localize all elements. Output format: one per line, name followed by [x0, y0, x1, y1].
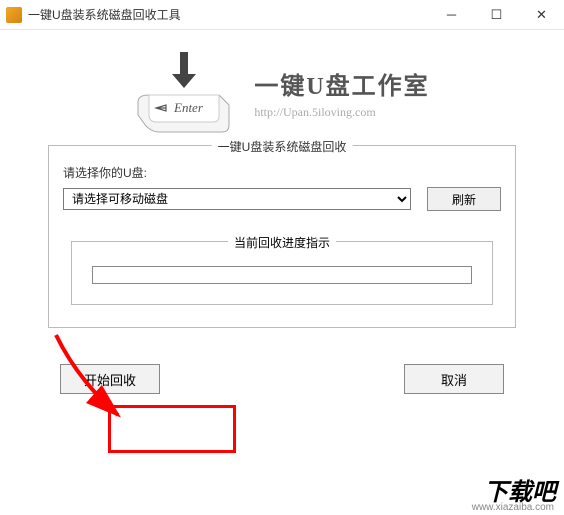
brand-title: 一键U盘工作室: [254, 66, 429, 101]
app-icon: [6, 7, 22, 23]
window-controls: ─ ☐ ✕: [429, 0, 564, 30]
titlebar: 一键U盘装系统磁盘回收工具 ─ ☐ ✕: [0, 0, 564, 30]
main-content: Enter 一键U盘工作室 http://Upan.5iloving.com 一…: [0, 30, 564, 404]
start-button[interactable]: 开始回收: [60, 364, 160, 394]
annotation-highlight-box: [108, 405, 236, 453]
svg-text:Enter: Enter: [173, 100, 204, 115]
usb-select[interactable]: 请选择可移动磁盘: [63, 188, 411, 210]
brand-text: 一键U盘工作室 http://Upan.5iloving.com: [254, 66, 429, 120]
close-button[interactable]: ✕: [519, 0, 564, 30]
refresh-button[interactable]: 刷新: [427, 187, 501, 211]
maximize-button[interactable]: ☐: [474, 0, 519, 30]
progress-legend: 当前回收进度指示: [228, 234, 336, 251]
button-row: 开始回收 取消: [60, 364, 504, 394]
progress-fieldset: 当前回收进度指示: [71, 241, 493, 305]
usb-label: 请选择你的U盘:: [63, 164, 501, 181]
usb-row: 请选择可移动磁盘 刷新: [63, 187, 501, 211]
progress-bar: [92, 266, 472, 284]
window-title: 一键U盘装系统磁盘回收工具: [28, 6, 429, 23]
minimize-button[interactable]: ─: [429, 0, 474, 30]
watermark-url: www.xiazaiba.com: [472, 502, 554, 513]
main-fieldset-legend: 一键U盘装系统磁盘回收: [212, 138, 353, 155]
brand-url: http://Upan.5iloving.com: [254, 105, 429, 120]
enter-key-icon: Enter: [134, 50, 234, 135]
main-fieldset: 一键U盘装系统磁盘回收 请选择你的U盘: 请选择可移动磁盘 刷新 当前回收进度指…: [48, 145, 516, 328]
logo-area: Enter 一键U盘工作室 http://Upan.5iloving.com: [30, 50, 534, 135]
cancel-button[interactable]: 取消: [404, 364, 504, 394]
